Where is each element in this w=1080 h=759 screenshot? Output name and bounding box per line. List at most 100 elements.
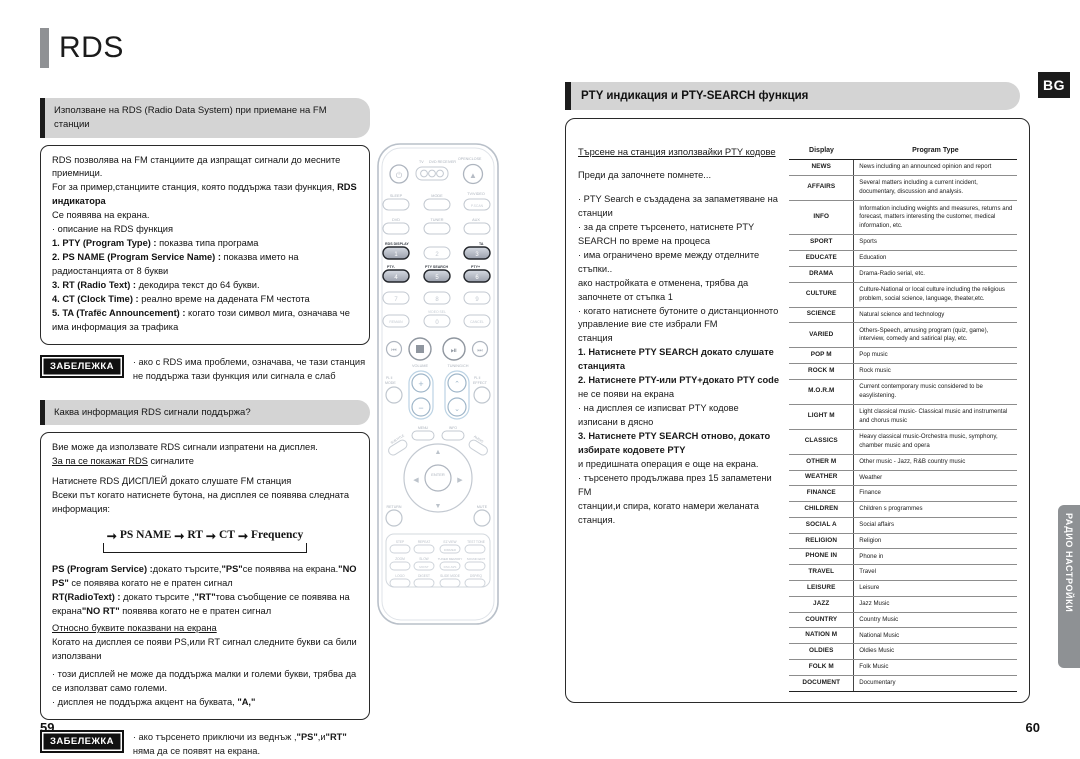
rds-item-1: 1. PTY (Program Type) : показва типа про…: [52, 237, 358, 251]
svg-text:OPEN/CLOSE: OPEN/CLOSE: [458, 157, 482, 161]
page-title: RDS: [40, 28, 370, 68]
page-title-text: RDS: [59, 31, 124, 64]
table-row: NEWS News including an announced opinion …: [789, 158, 1017, 176]
pty-body-7: 2. Натиснете PTY-или PTY+докато PTY code: [578, 375, 780, 386]
svg-text:EFFECT: EFFECT: [473, 381, 488, 385]
pty-body-6: 1. Натиснете PTY SEARCH докато слушате с…: [578, 347, 774, 372]
table-row: POP M Pop music: [789, 347, 1017, 365]
pty-program-type: Social affairs: [853, 517, 1017, 534]
section-heading-rds-usage: Използване на RDS (Radio Data System) пр…: [40, 98, 370, 138]
svg-text:⌃: ⌃: [454, 380, 460, 388]
pty-display-code: NEWS: [789, 158, 855, 176]
svg-text:STEP: STEP: [396, 540, 404, 544]
pty-program-type: Education: [853, 250, 1017, 267]
info-bullet-1: · този дисплей не може да поддържа малки…: [52, 668, 357, 693]
table-body: NEWS News including an announced opinion …: [789, 158, 1017, 693]
flow-item-ps-name: PS NAME: [119, 529, 172, 542]
rds-item-1-label: 1. PTY (Program Type) :: [52, 238, 157, 249]
info-line4: Всеки път когато натиснете бутона, на ди…: [52, 490, 350, 515]
page-number-right: 60: [1025, 720, 1040, 735]
ps-description: PS (Program Service) :докато търсите,"PS…: [52, 563, 358, 591]
info-bullet-2: · дисплея не поддържа акцент на буквата,…: [52, 696, 358, 710]
svg-text:RDS DISPLAY: RDS DISPLAY: [385, 242, 409, 246]
pty-program-type: Leisure: [853, 580, 1017, 597]
section-heading-rds-info: Каква информация RDS сигнали поддържа?: [40, 399, 370, 426]
svg-text:▲: ▲: [469, 171, 477, 180]
pty-display-code: RELIGION: [789, 533, 855, 550]
info-line1: Вие може да използвате RDS сигнали изпра…: [52, 442, 318, 453]
svg-text:LOGO: LOGO: [395, 574, 405, 578]
ps-text-a: докато търсите,: [152, 564, 222, 575]
pty-body-13: станции,и спира, когато намери желаната …: [578, 500, 759, 525]
svg-text:PL II: PL II: [386, 376, 393, 380]
svg-text:SLEEP: SLEEP: [390, 194, 403, 198]
info-bullet-2-quote: "A,": [237, 696, 256, 707]
pty-program-type: Culture-National or local culture includ…: [853, 282, 1017, 308]
pty-program-type: Sports: [853, 234, 1017, 251]
pty-display-code: INFO: [789, 200, 855, 236]
svg-text:EZ VIEW: EZ VIEW: [443, 540, 456, 544]
svg-text:PTY-: PTY-: [387, 265, 396, 269]
rds-item-2-label: 2. PS NAME (Program Service Name) :: [52, 252, 221, 263]
rds-item-4-label: 4. CT (Clock Time) :: [52, 293, 139, 304]
rds-line4: · описание на RDS функция: [52, 224, 174, 235]
pty-body-10: 3. Натиснете PTY SEARCH отново, докато и…: [578, 430, 771, 455]
pty-subheading: Търсене на станция използвайки PTY кодов…: [578, 146, 776, 157]
pty-body-4: · когато натиснете бутоните о дистанцион…: [578, 305, 779, 330]
pty-content-box: Търсене на станция използвайки PTY кодов…: [565, 118, 1030, 703]
table-row: CULTURE Culture-National or local culture…: [789, 282, 1017, 308]
flow-loop-line: [102, 543, 308, 554]
remote-control-illustration: ⏻ TV DVD RECEIVER ▲ OPEN/CLOSE SLEEP MOD…: [372, 140, 512, 640]
pty-program-type: National Music: [853, 627, 1017, 645]
pty-program-type: Pop music: [853, 347, 1017, 365]
title-accent-bar: [40, 28, 49, 68]
svg-text:DIGEST: DIGEST: [418, 574, 430, 578]
pty-display-code: TRAVEL: [789, 564, 855, 582]
info-line2: За па се покажат RDS сигналите: [52, 455, 358, 469]
svg-text:◀: ◀: [413, 477, 419, 484]
note-text: · ако търсенето приключи из веднъж ,"PS"…: [133, 730, 370, 759]
arrow-icon: ➞: [174, 528, 185, 543]
rds-item-2: 2. PS NAME (Program Service Name) : пока…: [52, 251, 358, 279]
pty-program-type: Others-Speech, amusing program (quiz, ga…: [853, 322, 1017, 349]
rds-item-4: 4. CT (Clock Time) : реално време на дад…: [52, 293, 358, 307]
pty-display-code: OTHER M: [789, 454, 855, 471]
pty-program-type: News including an announced opinion and …: [853, 158, 1017, 176]
table-row: JAZZ Jazz Music: [789, 596, 1017, 613]
pty-body-2: · има ограничено време между отделните с…: [578, 249, 760, 274]
pty-program-type: Rock music: [853, 363, 1017, 380]
pty-display-code: FINANCE: [789, 485, 855, 503]
rds-line2: For за пример,станциите станция, която п…: [52, 181, 358, 209]
pty-program-type: Religion: [853, 533, 1017, 550]
table-row: VARIED Others-Speech, amusing program (qu…: [789, 322, 1017, 349]
note2-quote-2: "RT": [325, 731, 347, 742]
rt-description: RT(RadioText) : докато търсите ,"RT"това…: [52, 591, 358, 619]
pty-program-type: Documentary: [853, 675, 1017, 693]
arrow-icon: ➞: [205, 528, 216, 543]
svg-text:⏻: ⏻: [396, 171, 403, 180]
note2-quote-1: "PS": [296, 731, 318, 742]
pty-program-type: Current contemporary music considered to…: [853, 379, 1017, 405]
rds-item-3: 3. RT (Radio Text) : декодира текст до 6…: [52, 279, 358, 293]
svg-text:+: +: [418, 379, 423, 389]
table-row: NATION M National Music: [789, 627, 1017, 645]
pty-code-table: Display Program Type NEWS News including …: [789, 145, 1017, 693]
svg-text:MUTE: MUTE: [477, 505, 488, 509]
svg-text:INFO: INFO: [449, 426, 457, 430]
pty-display-code: VARIED: [789, 322, 855, 349]
pty-display-code: POP M: [789, 347, 855, 365]
svg-text:SLIDE MODE: SLIDE MODE: [440, 574, 460, 578]
pty-display-code: JAZZ: [789, 596, 855, 613]
table-row: COUNTRY Country Music: [789, 612, 1017, 629]
svg-text:ENTER: ENTER: [431, 472, 445, 477]
info-line2-rest: сигналите: [147, 456, 194, 467]
rds-item-3-text: декодира текст до 64 букви.: [136, 279, 260, 290]
table-row: FINANCE Finance: [789, 485, 1017, 503]
table-row: M.O.R.M Current contemporary music consid…: [789, 379, 1017, 405]
note2-text-a: · ако търсенето приключи из веднъж ,: [132, 731, 297, 742]
svg-text:▶: ▶: [457, 477, 463, 484]
rt-quote-2: "NO RT": [81, 606, 120, 617]
svg-text:TEST TONE: TEST TONE: [467, 540, 485, 544]
table-row: OLDIES Oldies Music: [789, 643, 1017, 661]
pty-display-code: SPORT: [789, 234, 855, 251]
